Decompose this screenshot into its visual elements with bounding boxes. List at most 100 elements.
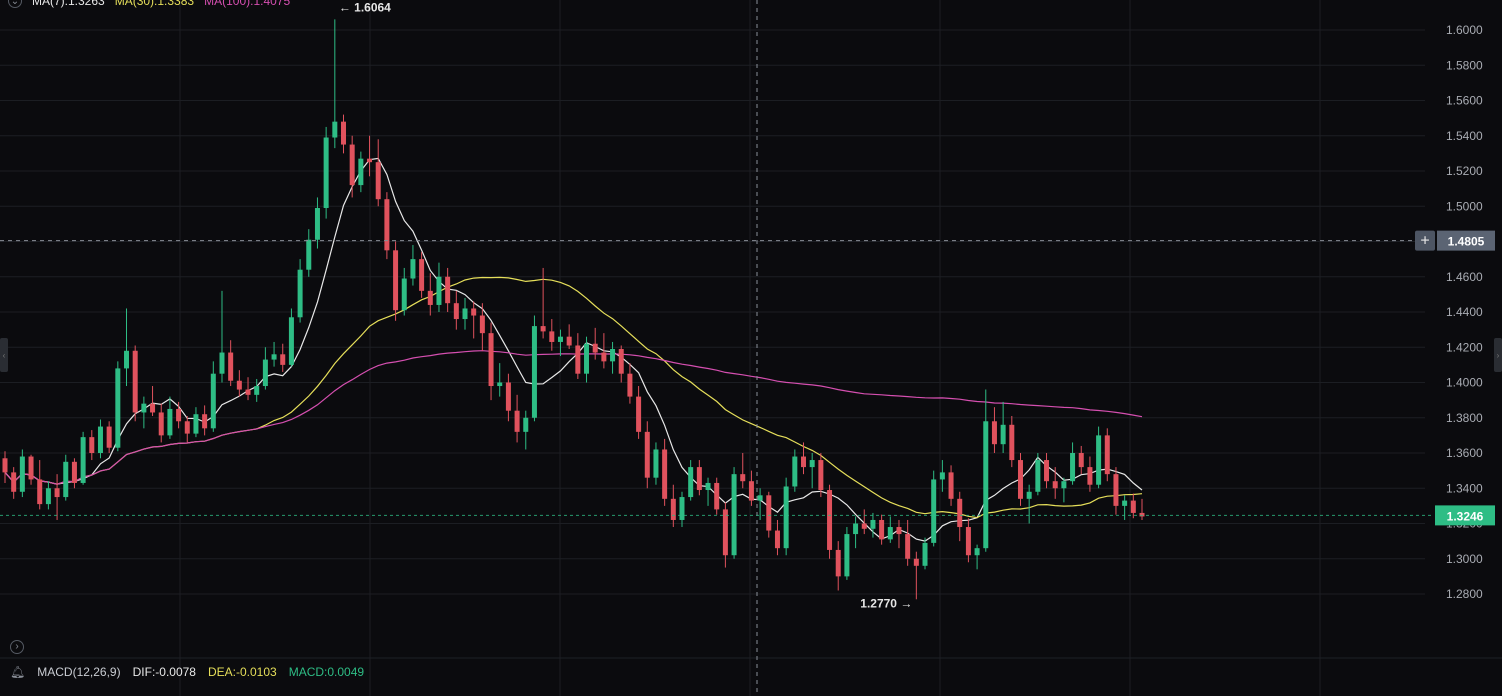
- candle-130: [1130, 493, 1136, 519]
- candle-body: [653, 449, 659, 478]
- macd-value: MACD:0.0049: [288, 665, 365, 679]
- candle-body: [1122, 500, 1128, 506]
- expand-indicators-button[interactable]: ›: [10, 636, 24, 654]
- candle-body: [722, 509, 728, 556]
- candle-body: [662, 449, 668, 499]
- candle-body: [297, 269, 303, 318]
- candle-15: [132, 345, 138, 422]
- candle-body: [592, 343, 598, 353]
- candle-114: [991, 407, 997, 453]
- candle-117: [1017, 453, 1023, 506]
- y-tick-label-8: 1.4400: [1446, 305, 1483, 319]
- candle-66: [575, 333, 581, 379]
- candle-body: [853, 523, 859, 535]
- candle-6: [54, 474, 60, 520]
- candle-75: [653, 442, 659, 485]
- candle-10: [89, 430, 95, 461]
- candle-body: [323, 137, 329, 209]
- candle-81: [705, 477, 711, 506]
- candle-82: [714, 477, 720, 515]
- last-price-text: 1.3246: [1447, 509, 1484, 523]
- candle-body: [2, 458, 8, 473]
- candle-18: [158, 403, 164, 443]
- candlestick-series: [2, 19, 1145, 600]
- candle-body: [523, 417, 529, 432]
- candle-121: [1052, 467, 1058, 499]
- candle-64: [557, 329, 563, 357]
- candle-body: [288, 317, 294, 365]
- candle-31: [271, 341, 277, 367]
- candle-body: [931, 479, 937, 543]
- candle-33: [288, 308, 294, 367]
- candle-101: [879, 514, 885, 545]
- candle-body: [349, 144, 355, 186]
- left-panel-handle[interactable]: ‹: [0, 338, 8, 372]
- bell-icon[interactable]: 🔔︎: [10, 665, 25, 679]
- right-panel-handle[interactable]: ›: [1494, 338, 1502, 372]
- y-tick-label-10: 1.4000: [1446, 376, 1483, 390]
- candle-body: [844, 534, 850, 577]
- candle-111: [965, 518, 971, 563]
- candle-body: [453, 303, 459, 320]
- chevron-right-icon: ›: [10, 639, 24, 654]
- candle-body: [731, 474, 737, 556]
- add-alert-button[interactable]: +: [1415, 230, 1435, 251]
- candle-body: [879, 519, 885, 540]
- y-tick-label-5: 1.5000: [1446, 199, 1483, 213]
- candle-113: [983, 389, 989, 552]
- candle-40: [349, 135, 355, 198]
- candle-11: [97, 419, 103, 459]
- candle-112: [974, 544, 980, 570]
- candle-body: [393, 250, 399, 311]
- y-tick-label-13: 1.3400: [1446, 481, 1483, 495]
- candle-48: [419, 252, 425, 298]
- candle-body: [54, 488, 60, 498]
- candle-4: [37, 460, 43, 510]
- candle-body: [1139, 512, 1145, 517]
- candle-108: [939, 460, 945, 492]
- candle-102: [887, 516, 893, 543]
- candle-body: [436, 276, 442, 305]
- candle-body: [1044, 460, 1050, 482]
- candle-body: [835, 549, 841, 577]
- candle-body: [974, 548, 980, 556]
- candle-0: [2, 451, 8, 483]
- candle-body: [566, 336, 572, 346]
- candle-body: [861, 523, 867, 529]
- candle-body: [37, 479, 43, 505]
- y-tick-label-4: 1.5200: [1446, 164, 1483, 178]
- candle-body: [89, 437, 95, 453]
- y-tick-label-9: 1.4200: [1446, 340, 1483, 354]
- candle-body: [254, 386, 260, 395]
- plus-icon: +: [1420, 233, 1429, 250]
- chevron-left-icon: ‹: [2, 350, 6, 360]
- candle-body: [367, 158, 373, 163]
- candle-body: [141, 403, 147, 413]
- y-tick-label-11: 1.3800: [1446, 411, 1483, 425]
- candle-body: [210, 373, 216, 429]
- y-tick-label-16: 1.2800: [1446, 587, 1483, 601]
- candle-body: [11, 472, 17, 492]
- candle-16: [141, 396, 147, 429]
- candle-body: [158, 412, 164, 436]
- candle-30: [262, 347, 268, 390]
- candle-body: [644, 431, 650, 478]
- collapse-icon[interactable]: ⌄: [8, 0, 22, 8]
- candle-105: [913, 551, 919, 600]
- candle-body: [1035, 460, 1041, 492]
- y-tick-label-2: 1.5600: [1446, 94, 1483, 108]
- candle-71: [618, 345, 624, 383]
- candle-body: [531, 326, 537, 418]
- candle-body: [219, 352, 225, 374]
- candle-58: [505, 373, 511, 422]
- candle-95: [827, 484, 833, 559]
- candle-body: [1000, 424, 1006, 445]
- candle-body: [28, 456, 34, 480]
- candle-body: [827, 490, 833, 550]
- price-chart[interactable]: 1.6000 1.5800 1.5600 1.5400 1.5200 1.5000 1.48…: [0, 0, 1502, 696]
- candle-1: [11, 467, 17, 499]
- candle-body: [340, 121, 346, 145]
- candle-body: [896, 527, 902, 535]
- candle-25: [219, 290, 225, 383]
- ma7-legend: MA(7):1.3263: [32, 0, 105, 8]
